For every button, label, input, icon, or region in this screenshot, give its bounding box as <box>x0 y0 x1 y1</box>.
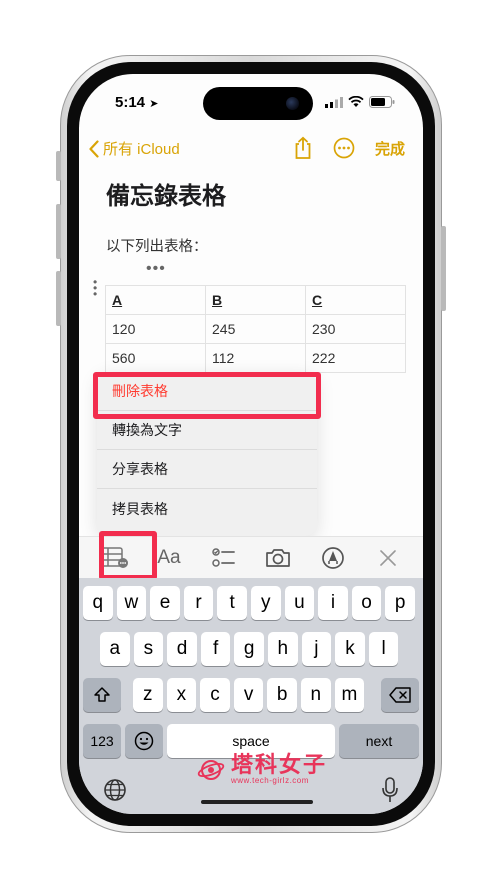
key-i[interactable]: i <box>318 586 348 620</box>
key-w[interactable]: w <box>116 586 147 620</box>
note-body-text[interactable]: 以下列出表格： <box>106 235 208 256</box>
keyboard-row-1: qwertyuiop <box>79 586 423 620</box>
table-button-highlight-box <box>99 531 157 580</box>
microphone-icon[interactable] <box>381 777 399 808</box>
table-row[interactable]: 560 112 222 <box>105 343 406 373</box>
wifi-icon <box>348 96 364 107</box>
table-cell[interactable]: 120 <box>105 314 206 344</box>
text-format-icon: Aa <box>157 546 181 568</box>
cellular-signal-icon <box>325 96 343 108</box>
keyboard-row-2: asdfghjkl <box>79 632 423 666</box>
done-button[interactable]: 完成 <box>375 138 405 159</box>
camera-icon <box>266 548 291 567</box>
table-cell[interactable]: C <box>305 285 406 315</box>
watermark-title: 塔科女子 <box>231 752 328 777</box>
phone-bezel: 5:14 ➤ 所有 iCloud 完成 備忘錄表格 以下列出表格： ••• • … <box>67 62 435 826</box>
table-cell[interactable]: 222 <box>305 343 406 373</box>
screen: 5:14 ➤ 所有 iCloud 完成 備忘錄表格 以下列出表格： ••• • … <box>79 74 423 814</box>
phone-frame: 5:14 ➤ 所有 iCloud 完成 備忘錄表格 以下列出表格： ••• • … <box>56 55 446 833</box>
delete-highlight-box <box>93 372 321 419</box>
table-cell[interactable]: 245 <box>205 314 306 344</box>
table-cell[interactable]: A <box>105 285 206 315</box>
key-a[interactable]: a <box>100 632 130 666</box>
key-p[interactable]: p <box>385 586 415 620</box>
table-cell[interactable]: B <box>205 285 306 315</box>
chevron-left-icon <box>89 139 99 158</box>
key-b[interactable]: b <box>267 678 297 712</box>
watermark-url: www.tech-girlz.com <box>231 776 309 785</box>
camera-button[interactable] <box>258 541 298 575</box>
key-u[interactable]: u <box>284 586 315 620</box>
table-cell[interactable]: 230 <box>305 314 406 344</box>
status-time: 5:14 ➤ <box>115 94 159 111</box>
row-handle-icon[interactable]: • • • <box>93 276 97 300</box>
close-toolbar-button[interactable] <box>368 541 408 575</box>
key-c[interactable]: c <box>200 678 230 712</box>
key-f[interactable]: f <box>200 632 231 666</box>
back-button-label: 所有 iCloud <box>103 141 180 158</box>
table-row[interactable]: ABC <box>105 285 406 315</box>
action-button <box>56 151 61 181</box>
backspace-key[interactable] <box>381 678 419 712</box>
key-x[interactable]: x <box>166 678 197 712</box>
volume-down-button <box>56 271 61 326</box>
key-e[interactable]: e <box>150 586 180 620</box>
dynamic-island <box>203 87 313 120</box>
backspace-icon <box>389 687 411 703</box>
copy-table-item[interactable]: 拷貝表格 <box>97 489 317 528</box>
checklist-button[interactable] <box>204 541 244 575</box>
more-options-icon[interactable] <box>333 137 355 159</box>
note-title[interactable]: 備忘錄表格 <box>106 176 226 211</box>
key-d[interactable]: d <box>167 632 197 666</box>
watermark: 塔科女子 www.tech-girlz.com <box>197 754 327 785</box>
share-icon[interactable] <box>293 136 313 160</box>
home-indicator <box>201 800 313 804</box>
key-q[interactable]: q <box>83 586 113 620</box>
watermark-logo-icon <box>197 759 225 780</box>
location-arrow-icon: ➤ <box>149 98 159 110</box>
markup-button[interactable] <box>313 541 353 575</box>
key-y[interactable]: y <box>251 586 281 620</box>
key-g[interactable]: g <box>234 632 264 666</box>
key-v[interactable]: v <box>233 678 264 712</box>
markup-pen-icon <box>322 546 344 569</box>
share-table-item[interactable]: 分享表格 <box>97 450 317 489</box>
key-l[interactable]: l <box>368 632 399 666</box>
note-table[interactable]: A B C 120 245 230 560 112 222 <box>105 285 406 373</box>
status-icons <box>325 96 395 108</box>
key-j[interactable]: j <box>301 632 332 666</box>
emoji-key[interactable] <box>125 724 163 758</box>
keyboard-row-3: zxcvbnm <box>79 678 423 712</box>
table-cell[interactable]: 112 <box>205 343 306 373</box>
back-button[interactable]: 所有 iCloud <box>89 138 180 159</box>
shift-key[interactable] <box>83 678 121 712</box>
globe-icon[interactable] <box>103 778 127 807</box>
key-h[interactable]: h <box>268 632 298 666</box>
navigation-bar: 所有 iCloud 完成 <box>79 132 423 172</box>
key-r[interactable]: r <box>183 586 214 620</box>
nav-actions: 完成 <box>293 136 405 160</box>
key-m[interactable]: m <box>334 678 365 712</box>
checklist-icon <box>211 547 235 567</box>
battery-icon <box>369 96 395 108</box>
keyboard: qwertyuiop asdfghjkl zxcvbnm 123 space n… <box>79 578 423 814</box>
key-s[interactable]: s <box>133 632 164 666</box>
key-z[interactable]: z <box>133 678 163 712</box>
table-cell[interactable]: 560 <box>105 343 206 373</box>
key-n[interactable]: n <box>301 678 331 712</box>
key-o[interactable]: o <box>351 586 382 620</box>
power-button <box>441 226 446 311</box>
shift-icon <box>94 687 110 702</box>
table-row[interactable]: 120 245 230 <box>105 314 406 344</box>
front-camera-icon <box>286 97 299 110</box>
key-t[interactable]: t <box>217 586 247 620</box>
close-icon <box>379 549 396 566</box>
next-key[interactable]: next <box>339 724 419 758</box>
volume-up-button <box>56 204 61 259</box>
column-handle-icon[interactable]: ••• <box>146 260 166 278</box>
emoji-icon <box>134 731 154 751</box>
numbers-key[interactable]: 123 <box>83 724 121 758</box>
key-k[interactable]: k <box>335 632 365 666</box>
